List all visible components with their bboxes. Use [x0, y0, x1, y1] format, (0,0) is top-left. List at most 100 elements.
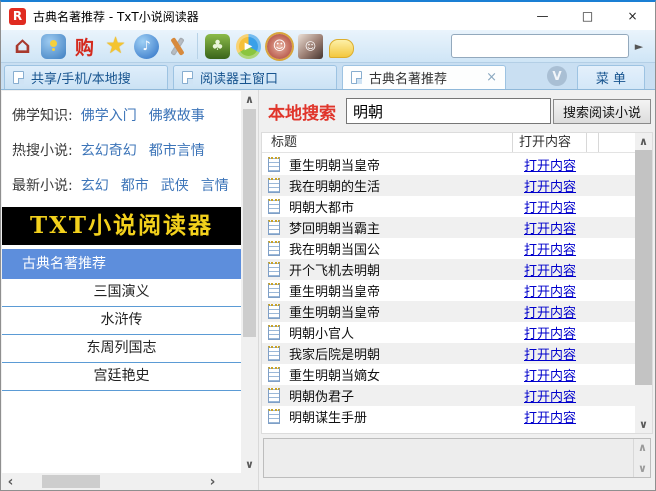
open-content-link[interactable]: 打开内容 — [524, 155, 576, 174]
category-header: 古典名著推荐 — [2, 249, 241, 279]
tab-share-mobile-local[interactable]: 共享/手机/本地搜 — [4, 65, 168, 89]
v-dropdown-button[interactable]: V — [547, 66, 567, 86]
sidebar-link[interactable]: 玄幻 — [81, 178, 109, 194]
open-content-link[interactable]: 打开内容 — [524, 365, 576, 384]
table-row[interactable]: 明朝小官人 打开内容 — [262, 322, 635, 343]
table-row[interactable]: 我家后院是明朝 打开内容 — [262, 343, 635, 364]
link-row-label: 佛学知识: — [12, 108, 73, 124]
sidebar-link[interactable]: 武侠 — [161, 178, 189, 194]
star-icon[interactable]: ★ — [103, 34, 128, 59]
open-content-link[interactable]: 打开内容 — [524, 302, 576, 321]
tab-classic-recommend[interactable]: 古典名著推荐 × — [342, 65, 506, 89]
book-item[interactable]: 宫廷艳史 — [2, 363, 241, 391]
detail-box-scrollbar[interactable]: ∧ ∨ — [633, 439, 650, 477]
table-row[interactable]: 我在明朝的生活 打开内容 — [262, 175, 635, 196]
menu-button[interactable]: 菜 单 — [577, 65, 645, 89]
open-content-link[interactable]: 打开内容 — [524, 197, 576, 216]
toolbar-search: ► — [451, 34, 649, 58]
title-bar: R 古典名著推荐 - TxT小说阅读器 — □ × — [1, 2, 655, 30]
table-row[interactable]: 明朝大都市 打开内容 — [262, 196, 635, 217]
minimize-button[interactable]: — — [520, 2, 565, 30]
document-icon — [268, 367, 280, 382]
open-content-link[interactable]: 打开内容 — [524, 386, 576, 405]
plant-icon[interactable]: ♣ — [205, 34, 230, 59]
table-header: 标题 打开内容 — [262, 133, 652, 153]
scrollbar-thumb[interactable] — [635, 150, 652, 385]
scroll-left-icon[interactable]: ‹ — [2, 473, 19, 490]
sidebar-link[interactable]: 言情 — [201, 178, 229, 194]
table-row[interactable]: 重生明朝当皇帝 打开内容 — [262, 301, 635, 322]
document-icon — [268, 346, 280, 361]
document-icon — [268, 388, 280, 403]
open-content-link[interactable]: 打开内容 — [524, 323, 576, 342]
link-row-hot-novels: 热搜小说:玄幻奇幻都市言情 — [12, 134, 241, 169]
sidebar-vertical-scrollbar[interactable]: ∧ ∨ — [241, 91, 258, 473]
table-vertical-scrollbar[interactable]: ∧ ∨ — [635, 133, 652, 433]
book-item[interactable]: 三国演义 — [2, 279, 241, 307]
scroll-down-icon[interactable]: ∨ — [241, 456, 258, 473]
photo-icon[interactable]: ☺ — [298, 34, 323, 59]
table-row[interactable]: 梦回明朝当霸主 打开内容 — [262, 217, 635, 238]
row-title: 明朝谋生手册 — [289, 407, 513, 426]
scroll-right-icon[interactable]: › — [204, 473, 221, 490]
buy-icon[interactable]: 购 — [72, 34, 97, 59]
tab-bar: 共享/手机/本地搜 阅读器主窗口 古典名著推荐 × V 菜 单 — [1, 63, 655, 90]
scroll-up-icon[interactable]: ∧ — [635, 133, 652, 150]
open-content-link[interactable]: 打开内容 — [524, 260, 576, 279]
table-row[interactable]: 明朝伪君子 打开内容 — [262, 385, 635, 406]
sidebar-horizontal-scrollbar[interactable]: ‹ › — [2, 473, 241, 490]
scroll-up-icon[interactable]: ∧ — [634, 439, 651, 456]
page-icon — [13, 71, 24, 84]
audio-icon[interactable]: ♪ — [134, 34, 159, 59]
open-content-link[interactable]: 打开内容 — [524, 344, 576, 363]
row-title: 开个飞机去明朝 — [289, 260, 513, 279]
scroll-up-icon[interactable]: ∧ — [241, 91, 258, 108]
local-search-input[interactable] — [346, 98, 551, 124]
table-row[interactable]: 重生明朝当嫡女 打开内容 — [262, 364, 635, 385]
table-row[interactable]: 开个飞机去明朝 打开内容 — [262, 259, 635, 280]
table-row[interactable]: 我在明朝当国公 打开内容 — [262, 238, 635, 259]
sidebar-link[interactable]: 佛教故事 — [149, 108, 205, 124]
avatar-icon[interactable]: ☺ — [267, 34, 292, 59]
player-icon[interactable]: ▶ — [236, 34, 261, 59]
table-row[interactable]: 重生明朝当皇帝 打开内容 — [262, 280, 635, 301]
row-title: 梦回明朝当霸主 — [289, 218, 513, 237]
book-item[interactable]: 水浒传 — [2, 307, 241, 335]
search-read-novel-button[interactable]: 搜索阅读小说 — [553, 99, 651, 124]
tab-reader-main-window[interactable]: 阅读器主窗口 — [173, 65, 337, 89]
sidebar-link[interactable]: 都市言情 — [149, 143, 205, 159]
chat-icon[interactable] — [329, 39, 354, 58]
search-go-icon[interactable]: ► — [629, 34, 649, 58]
table-row[interactable]: 重生明朝当皇帝 打开内容 — [262, 154, 635, 175]
document-icon — [268, 283, 280, 298]
toolbar-search-input[interactable] — [451, 34, 629, 58]
scrollbar-thumb[interactable] — [243, 109, 256, 337]
row-title: 明朝大都市 — [289, 197, 513, 216]
link-row-buddhism: 佛学知识: 佛学入门佛教故事 — [12, 99, 241, 134]
row-title: 我在明朝当国公 — [289, 239, 513, 258]
maximize-button[interactable]: □ — [565, 2, 610, 30]
open-content-link[interactable]: 打开内容 — [524, 281, 576, 300]
link-row-label: 最新小说: — [12, 178, 73, 194]
open-content-link[interactable]: 打开内容 — [524, 407, 576, 426]
tab-close-icon[interactable]: × — [486, 70, 497, 85]
scrollbar-thumb[interactable] — [42, 475, 100, 488]
header-open-column[interactable]: 打开内容 — [513, 133, 587, 152]
table-body: 重生明朝当皇帝 打开内容 我在明朝的生活 打开内容 明朝大都市 打开内容 梦回明… — [262, 154, 635, 433]
sidebar-link[interactable]: 佛学入门 — [81, 108, 137, 124]
scroll-down-icon[interactable]: ∨ — [635, 416, 652, 433]
open-content-link[interactable]: 打开内容 — [524, 239, 576, 258]
open-content-link[interactable]: 打开内容 — [524, 218, 576, 237]
lock-icon[interactable] — [41, 34, 66, 59]
scroll-down-icon[interactable]: ∨ — [634, 460, 651, 477]
table-row[interactable]: 明朝谋生手册 打开内容 — [262, 406, 635, 427]
sidebar-link[interactable]: 玄幻奇幻 — [81, 143, 137, 159]
scrollbar-corner — [241, 473, 258, 490]
home-icon[interactable]: ⌂ — [10, 34, 35, 59]
header-title-column[interactable]: 标题 — [262, 133, 513, 152]
close-button[interactable]: × — [610, 2, 655, 30]
tools-icon[interactable] — [165, 34, 190, 59]
sidebar-link[interactable]: 都市 — [121, 178, 149, 194]
book-item[interactable]: 东周列国志 — [2, 335, 241, 363]
open-content-link[interactable]: 打开内容 — [524, 176, 576, 195]
